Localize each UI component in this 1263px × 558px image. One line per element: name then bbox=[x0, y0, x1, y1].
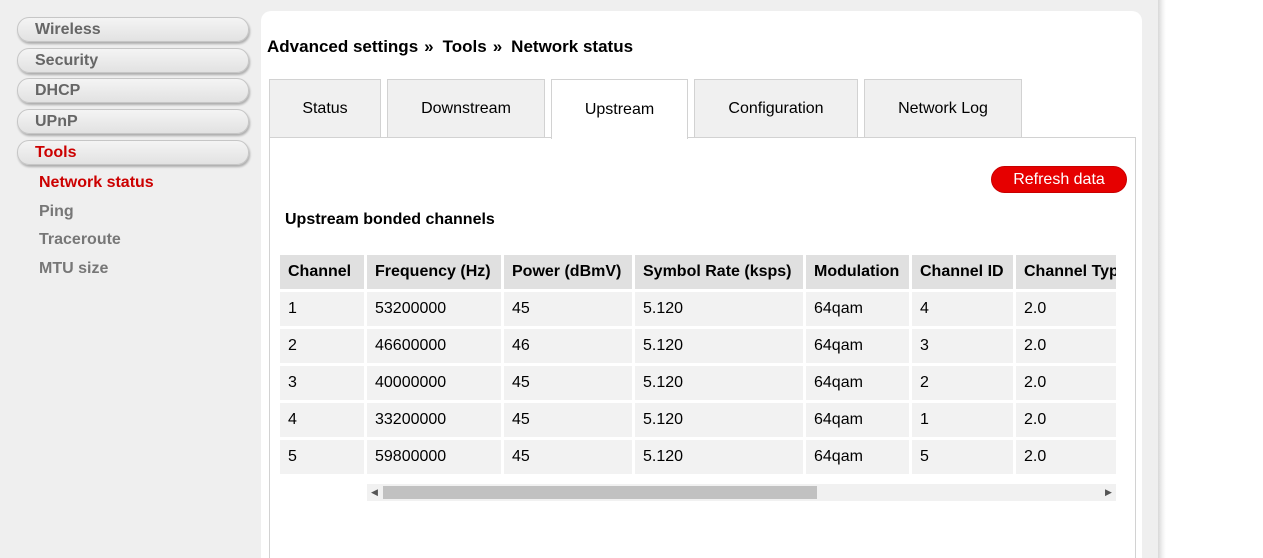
tab-label: Upstream bbox=[584, 100, 655, 118]
tab-label: Status bbox=[302, 100, 348, 117]
cell-modulation: 64qam bbox=[806, 329, 909, 363]
column-header-channel: Channel bbox=[280, 255, 364, 289]
section-title: Upstream bonded channels bbox=[285, 211, 495, 228]
cell-frequency: 46600000 bbox=[367, 329, 501, 363]
column-header-frequency: Frequency (Hz) bbox=[367, 255, 501, 289]
upstream-channels-table: Channel Frequency (Hz) Power (dBmV) Symb… bbox=[280, 255, 1116, 477]
tab-status[interactable]: Status bbox=[269, 79, 381, 138]
submenu-traceroute[interactable]: Traceroute bbox=[39, 231, 121, 249]
scroll-right-arrow-icon[interactable]: ▶ bbox=[1101, 484, 1116, 501]
menu-item-tools[interactable]: Tools bbox=[17, 140, 249, 165]
cell-power: 45 bbox=[504, 403, 632, 437]
cell-symbol-rate: 5.120 bbox=[635, 292, 803, 326]
cell-frequency: 59800000 bbox=[367, 440, 501, 474]
submenu-mtu-size[interactable]: MTU size bbox=[39, 260, 108, 278]
breadcrumb-separator: » bbox=[492, 37, 503, 56]
column-header-channel-id: Channel ID bbox=[912, 255, 1013, 289]
table-row: 5 59800000 45 5.120 64qam 5 2.0 bbox=[280, 440, 1116, 474]
cell-channel-type: 2.0 bbox=[1016, 292, 1116, 326]
column-header-symbol-rate: Symbol Rate (ksps) bbox=[635, 255, 803, 289]
cell-power: 45 bbox=[504, 366, 632, 400]
cell-frequency: 33200000 bbox=[367, 403, 501, 437]
cell-channel-id: 5 bbox=[912, 440, 1013, 474]
menu-item-upnp[interactable]: UPnP bbox=[17, 109, 249, 134]
menu-item-dhcp[interactable]: DHCP bbox=[17, 78, 249, 103]
cell-channel-id: 4 bbox=[912, 292, 1013, 326]
app-edge-shadow bbox=[1158, 0, 1166, 558]
breadcrumb-network-status: Network status bbox=[511, 37, 634, 56]
cell-channel-type: 2.0 bbox=[1016, 403, 1116, 437]
column-header-power: Power (dBmV) bbox=[504, 255, 632, 289]
cell-modulation: 64qam bbox=[806, 366, 909, 400]
cell-channel: 5 bbox=[280, 440, 364, 474]
cell-power: 46 bbox=[504, 329, 632, 363]
tab-downstream[interactable]: Downstream bbox=[387, 79, 545, 138]
table-row: 3 40000000 45 5.120 64qam 2 2.0 bbox=[280, 366, 1116, 400]
table-header-row: Channel Frequency (Hz) Power (dBmV) Symb… bbox=[280, 255, 1116, 289]
menu-item-wireless[interactable]: Wireless bbox=[17, 17, 249, 42]
table-row: 4 33200000 45 5.120 64qam 1 2.0 bbox=[280, 403, 1116, 437]
table-row: 1 53200000 45 5.120 64qam 4 2.0 bbox=[280, 292, 1116, 326]
column-header-channel-type: Channel Type bbox=[1016, 255, 1116, 289]
cell-modulation: 64qam bbox=[806, 403, 909, 437]
cell-symbol-rate: 5.120 bbox=[635, 329, 803, 363]
cell-symbol-rate: 5.120 bbox=[635, 403, 803, 437]
tab-configuration[interactable]: Configuration bbox=[694, 79, 858, 138]
cell-channel: 4 bbox=[280, 403, 364, 437]
horizontal-scrollbar[interactable]: ◀ ▶ bbox=[367, 484, 1116, 501]
cell-frequency: 53200000 bbox=[367, 292, 501, 326]
cell-power: 45 bbox=[504, 292, 632, 326]
cell-channel-type: 2.0 bbox=[1016, 366, 1116, 400]
cell-channel-id: 2 bbox=[912, 366, 1013, 400]
scrollbar-thumb[interactable] bbox=[383, 486, 817, 499]
tab-label: Downstream bbox=[421, 100, 511, 117]
tab-label: Configuration bbox=[728, 100, 824, 117]
cell-modulation: 64qam bbox=[806, 292, 909, 326]
upstream-table-container: Channel Frequency (Hz) Power (dBmV) Symb… bbox=[280, 255, 1116, 477]
cell-symbol-rate: 5.120 bbox=[635, 366, 803, 400]
table-row: 2 46600000 46 5.120 64qam 3 2.0 bbox=[280, 329, 1116, 363]
cell-channel: 1 bbox=[280, 292, 364, 326]
column-header-modulation: Modulation bbox=[806, 255, 909, 289]
cell-symbol-rate: 5.120 bbox=[635, 440, 803, 474]
cell-channel: 2 bbox=[280, 329, 364, 363]
breadcrumb-separator: » bbox=[424, 37, 434, 56]
cell-channel-id: 3 bbox=[912, 329, 1013, 363]
submenu-network-status[interactable]: Network status bbox=[39, 174, 154, 192]
cell-frequency: 40000000 bbox=[367, 366, 501, 400]
submenu-ping[interactable]: Ping bbox=[39, 203, 74, 221]
cell-modulation: 64qam bbox=[806, 440, 909, 474]
cell-channel: 3 bbox=[280, 366, 364, 400]
cell-channel-type: 2.0 bbox=[1016, 440, 1116, 474]
cell-channel-id: 1 bbox=[912, 403, 1013, 437]
breadcrumb-tools[interactable]: Tools bbox=[443, 37, 487, 56]
cell-power: 45 bbox=[504, 440, 632, 474]
menu-item-security[interactable]: Security bbox=[17, 48, 249, 73]
breadcrumb-advanced-settings[interactable]: Advanced settings bbox=[267, 37, 418, 56]
tab-network-log[interactable]: Network Log bbox=[864, 79, 1022, 138]
refresh-data-button[interactable]: Refresh data bbox=[991, 166, 1127, 193]
tab-label: Network Log bbox=[898, 100, 988, 117]
cell-channel-type: 2.0 bbox=[1016, 329, 1116, 363]
breadcrumb: Advanced settings » Tools » Network status bbox=[267, 37, 633, 57]
tab-upstream[interactable]: Upstream bbox=[551, 79, 688, 139]
scroll-left-arrow-icon[interactable]: ◀ bbox=[367, 484, 382, 501]
